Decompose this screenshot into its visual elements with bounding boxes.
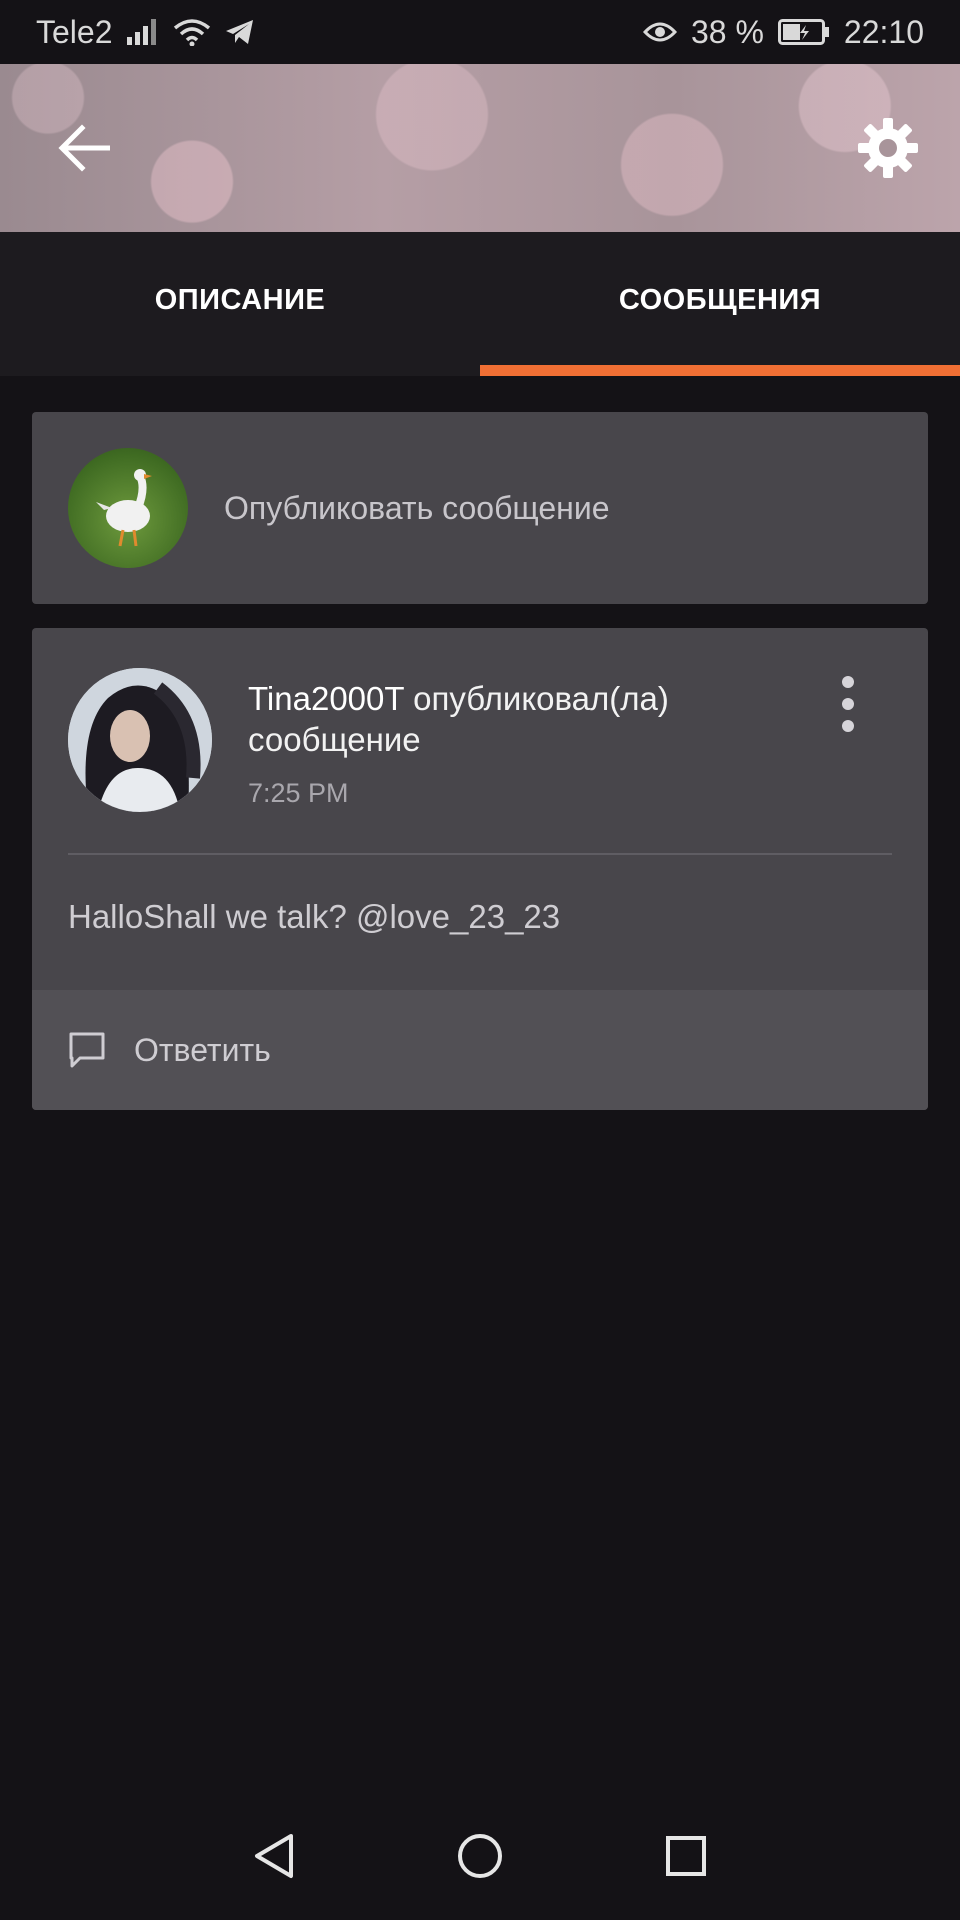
post-timestamp: 7:25 PM (248, 778, 349, 808)
post-title: Tina2000T опубликовал(ла) сообщение (248, 678, 808, 760)
dot-icon (842, 698, 854, 710)
dot-icon (842, 676, 854, 688)
back-button[interactable] (48, 112, 120, 184)
reply-button[interactable]: Ответить (32, 990, 928, 1110)
recents-square-icon (666, 1836, 706, 1876)
signal-icon (126, 19, 159, 45)
goose-avatar-image (96, 469, 152, 547)
tab-messages[interactable]: СООБЩЕНИЯ (480, 232, 960, 376)
system-nav-bar (0, 1792, 960, 1920)
more-options-button[interactable] (830, 676, 866, 732)
nav-home-button[interactable] (452, 1828, 508, 1884)
compose-post-card[interactable]: Опубликовать сообщение (32, 412, 928, 604)
post-meta: Tina2000T опубликовал(ла) сообщение 7:25… (248, 678, 808, 809)
status-left: Tele2 (36, 14, 255, 51)
nav-recents-button[interactable] (658, 1828, 714, 1884)
tab-description[interactable]: ОПИСАНИЕ (0, 232, 480, 376)
telegram-icon (225, 19, 255, 45)
avatar (68, 448, 188, 568)
battery-icon (777, 19, 830, 45)
divider (68, 853, 892, 855)
dot-icon (842, 720, 854, 732)
comment-icon (69, 1032, 105, 1068)
wifi-icon (173, 18, 211, 46)
user-avatar-image (68, 668, 212, 812)
eye-icon (642, 20, 677, 44)
clock: 22:10 (843, 13, 924, 50)
nav-back-button[interactable] (246, 1828, 302, 1884)
carrier-label: Tele2 (36, 13, 113, 50)
status-right: 38 % 22:10 (642, 13, 924, 51)
status-bar: Tele2 38 % 22:10 (0, 0, 960, 64)
tab-bar: ОПИСАНИЕ СООБЩЕНИЯ (0, 232, 960, 376)
battery-percent: 38 % (690, 13, 764, 50)
post-body: HalloShall we talk? @love_23_23 (68, 898, 561, 935)
header-banner (0, 64, 960, 232)
post-card: Tina2000T опубликовал(ла) сообщение 7:25… (32, 628, 928, 1110)
post-header (68, 668, 212, 812)
compose-placeholder: Опубликовать сообщение (224, 489, 610, 526)
back-triangle-icon (255, 1834, 293, 1878)
author-name[interactable]: Tina2000T (248, 680, 404, 717)
arrow-left-icon (58, 124, 110, 172)
settings-button[interactable] (852, 112, 924, 184)
gear-icon (858, 118, 918, 178)
home-circle-icon (458, 1834, 502, 1878)
author-avatar[interactable] (68, 668, 212, 812)
reply-label: Ответить (134, 1031, 271, 1068)
